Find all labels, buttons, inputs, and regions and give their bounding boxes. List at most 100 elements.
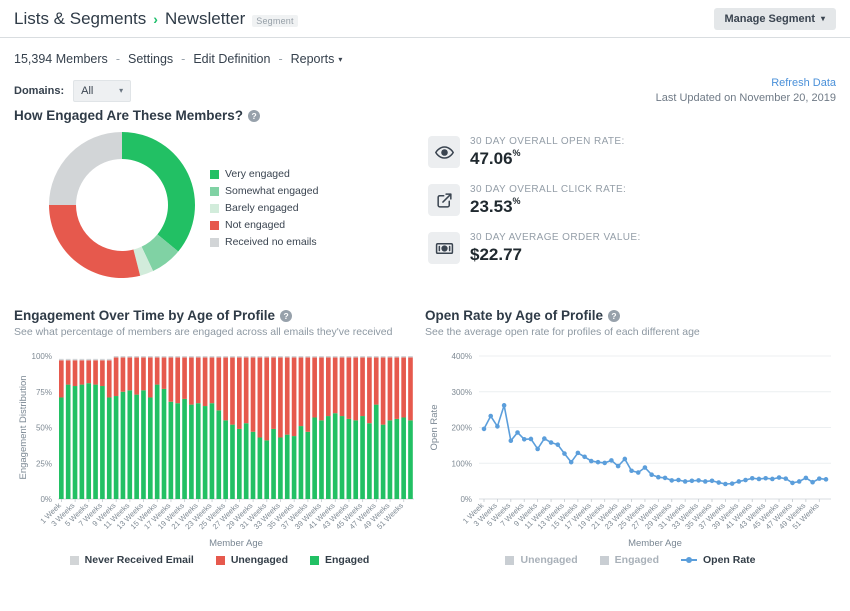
manage-segment-button[interactable]: Manage Segment ▾ (714, 8, 836, 30)
bar-segment-unengaged[interactable] (66, 360, 71, 384)
open-rate-point[interactable] (649, 472, 654, 477)
bar-segment-unengaged[interactable] (305, 357, 310, 431)
open-rate-point[interactable] (542, 436, 547, 441)
donut-slice-very-engaged[interactable] (122, 132, 195, 252)
bar-segment-engaged[interactable] (244, 423, 249, 499)
bar-segment-unengaged[interactable] (271, 357, 276, 429)
open-rate-point[interactable] (763, 476, 768, 481)
open-rate-point[interactable] (676, 478, 681, 483)
open-rate-point[interactable] (750, 476, 755, 481)
open-rate-point[interactable] (757, 477, 762, 482)
bar-segment-never-received-email[interactable] (319, 356, 324, 357)
help-icon[interactable]: ? (248, 110, 260, 122)
open-rate-point[interactable] (716, 480, 721, 485)
bar-segment-never-received-email[interactable] (264, 356, 269, 357)
bar-segment-engaged[interactable] (73, 386, 78, 499)
bar-segment-unengaged[interactable] (244, 357, 249, 423)
legend-item-never-received-email[interactable]: Never Received Email (70, 554, 194, 566)
open-rate-point[interactable] (804, 476, 809, 481)
bar-segment-unengaged[interactable] (182, 357, 187, 398)
bar-segment-never-received-email[interactable] (258, 356, 263, 357)
bar-segment-never-received-email[interactable] (155, 356, 160, 357)
bar-segment-engaged[interactable] (340, 416, 345, 499)
open-rate-point[interactable] (636, 470, 641, 475)
bar-segment-unengaged[interactable] (299, 357, 304, 426)
bar-segment-engaged[interactable] (285, 435, 290, 499)
bar-segment-engaged[interactable] (223, 420, 228, 499)
bar-segment-never-received-email[interactable] (408, 356, 413, 357)
bar-segment-never-received-email[interactable] (340, 356, 345, 357)
bar-segment-unengaged[interactable] (347, 357, 352, 418)
bar-segment-engaged[interactable] (408, 420, 413, 499)
bar-segment-unengaged[interactable] (210, 357, 215, 403)
bar-segment-engaged[interactable] (278, 438, 283, 499)
bar-segment-engaged[interactable] (388, 420, 393, 499)
bar-segment-engaged[interactable] (155, 385, 160, 499)
bar-segment-unengaged[interactable] (285, 357, 290, 434)
bar-segment-unengaged[interactable] (381, 357, 386, 424)
bar-segment-unengaged[interactable] (223, 357, 228, 420)
open-rate-point[interactable] (824, 477, 829, 482)
bar-segment-engaged[interactable] (127, 390, 132, 499)
bar-segment-never-received-email[interactable] (80, 359, 85, 360)
bar-segment-unengaged[interactable] (264, 357, 269, 440)
bar-segment-engaged[interactable] (162, 389, 167, 499)
open-rate-point[interactable] (515, 430, 520, 435)
open-rate-point[interactable] (616, 464, 621, 469)
bar-segment-unengaged[interactable] (230, 357, 235, 424)
open-rate-point[interactable] (777, 475, 782, 480)
bar-segment-unengaged[interactable] (59, 360, 64, 397)
bar-segment-engaged[interactable] (134, 395, 139, 499)
open-rate-point[interactable] (555, 442, 560, 447)
bar-segment-never-received-email[interactable] (107, 359, 112, 360)
open-rate-point[interactable] (522, 437, 527, 442)
bar-segment-unengaged[interactable] (408, 357, 413, 420)
bar-segment-never-received-email[interactable] (394, 356, 399, 357)
legend-item-open-rate[interactable]: Open Rate (681, 554, 756, 566)
open-rate-point[interactable] (609, 458, 614, 463)
open-rate-point[interactable] (696, 478, 701, 483)
open-rate-point[interactable] (623, 457, 628, 462)
open-rate-point[interactable] (602, 461, 607, 466)
bar-segment-unengaged[interactable] (401, 357, 406, 417)
bar-segment-engaged[interactable] (353, 420, 358, 499)
bar-segment-engaged[interactable] (175, 403, 180, 499)
bar-segment-engaged[interactable] (230, 425, 235, 499)
bar-segment-never-received-email[interactable] (148, 356, 153, 357)
bar-segment-never-received-email[interactable] (169, 356, 174, 357)
bar-segment-engaged[interactable] (258, 438, 263, 499)
open-rate-point[interactable] (488, 414, 493, 419)
bar-segment-unengaged[interactable] (367, 357, 372, 423)
help-icon[interactable]: ? (608, 310, 620, 322)
open-rate-point[interactable] (783, 476, 788, 481)
bar-segment-engaged[interactable] (347, 419, 352, 499)
bar-segment-never-received-email[interactable] (134, 356, 139, 357)
bar-segment-never-received-email[interactable] (285, 356, 290, 357)
bar-segment-unengaged[interactable] (73, 360, 78, 386)
bar-segment-never-received-email[interactable] (196, 356, 201, 357)
bar-segment-unengaged[interactable] (394, 357, 399, 418)
bar-segment-never-received-email[interactable] (401, 356, 406, 357)
bar-segment-unengaged[interactable] (237, 357, 242, 429)
bar-segment-unengaged[interactable] (121, 357, 126, 391)
bar-segment-never-received-email[interactable] (100, 359, 105, 360)
bar-segment-engaged[interactable] (360, 416, 365, 499)
reports-dropdown[interactable]: Reports ▾ (291, 52, 343, 66)
bar-segment-never-received-email[interactable] (353, 356, 358, 357)
bar-segment-engaged[interactable] (169, 402, 174, 499)
bar-segment-unengaged[interactable] (107, 360, 112, 397)
bar-segment-never-received-email[interactable] (360, 356, 365, 357)
open-rate-point[interactable] (656, 475, 661, 480)
bar-segment-engaged[interactable] (86, 383, 91, 499)
open-rate-point[interactable] (502, 403, 507, 408)
open-rate-point[interactable] (690, 478, 695, 483)
open-rate-point[interactable] (683, 479, 688, 484)
bar-segment-never-received-email[interactable] (305, 356, 310, 357)
legend-item-very-engaged[interactable]: Very engaged (210, 168, 318, 180)
bar-segment-unengaged[interactable] (216, 357, 221, 410)
bar-segment-unengaged[interactable] (388, 357, 393, 420)
bar-segment-never-received-email[interactable] (86, 359, 91, 360)
bar-segment-engaged[interactable] (203, 406, 208, 499)
bar-segment-engaged[interactable] (66, 385, 71, 499)
bar-segment-unengaged[interactable] (196, 357, 201, 403)
